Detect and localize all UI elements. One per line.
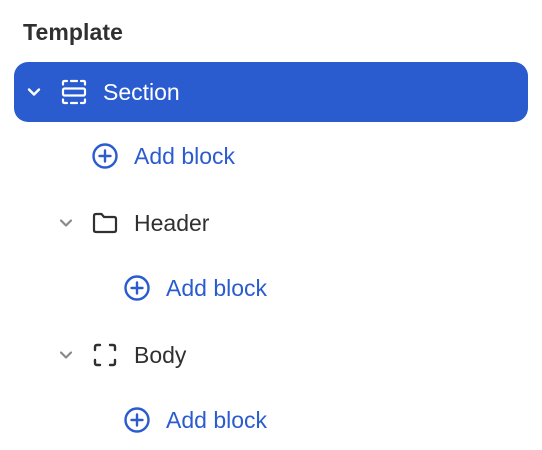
chevron-down-icon[interactable] <box>24 82 44 102</box>
dashed-square-icon <box>90 340 120 370</box>
tree-item-header[interactable]: Header <box>56 193 209 253</box>
tree-item-section[interactable]: Section <box>14 62 528 122</box>
chevron-down-icon[interactable] <box>56 213 76 233</box>
tree-item-label: Body <box>134 341 187 368</box>
add-block-label: Add block <box>134 142 236 169</box>
add-block-button[interactable]: Add block <box>122 258 267 318</box>
add-block-button[interactable]: Add block <box>122 390 267 450</box>
chevron-down-icon[interactable] <box>56 345 76 365</box>
add-block-button[interactable]: Add block <box>90 126 235 186</box>
add-block-label: Add block <box>166 274 268 301</box>
section-icon <box>59 77 89 107</box>
panel-title: Template <box>23 19 124 45</box>
plus-circle-icon <box>90 141 120 171</box>
tree-item-body[interactable]: Body <box>56 325 186 385</box>
tree-item-label: Section <box>103 78 180 105</box>
add-block-label: Add block <box>166 406 268 433</box>
template-panel: Template Section Add block Header Add bl… <box>0 0 542 450</box>
plus-circle-icon <box>122 405 152 435</box>
tree-item-label: Header <box>134 209 210 236</box>
plus-circle-icon <box>122 273 152 303</box>
folder-icon <box>90 208 120 238</box>
